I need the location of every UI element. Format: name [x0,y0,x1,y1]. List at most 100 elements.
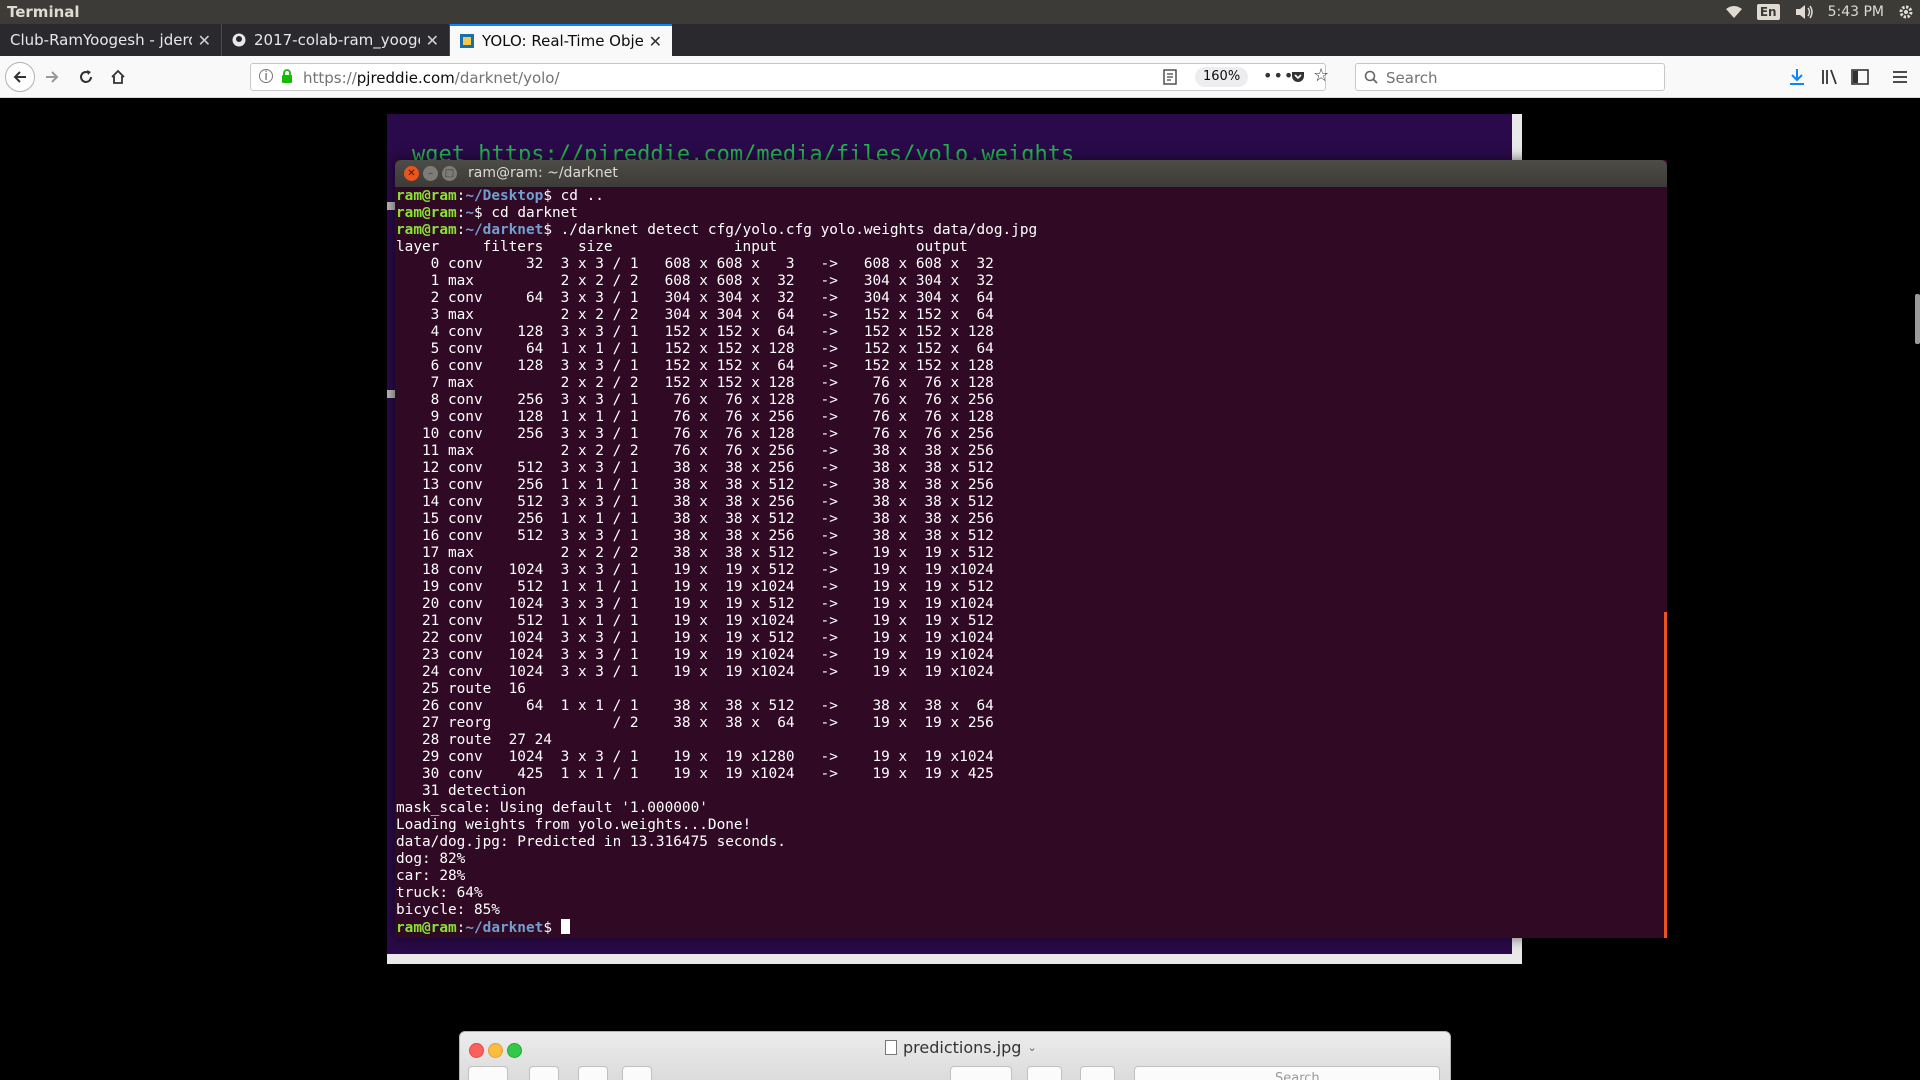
prompt-dollar: $ [543,222,552,238]
settings-gear-icon[interactable] [1898,4,1914,20]
library-icon[interactable] [1820,67,1840,87]
terminal-output-line: dog: 82% [396,851,466,867]
preview-search-placeholder: Search [1275,1071,1320,1080]
terminal-window[interactable]: ✕ – □ ram@ram: ~/darknet ram@ram:~/Deskt… [395,160,1667,938]
preview-title[interactable]: predictions.jpg ⌄ [885,1038,1037,1057]
terminal-output-line: 4 conv 128 3 x 3 / 1 152 x 152 x 64 -> 1… [396,324,994,340]
wifi-icon[interactable] [1725,5,1743,19]
terminal-output-line: 2 conv 64 3 x 3 / 1 304 x 304 x 32 -> 30… [396,290,994,306]
terminal-prompt-line: ram@ram:~$ cd darknet [396,205,1658,222]
terminal-title-bar[interactable]: ✕ – □ ram@ram: ~/darknet [395,160,1667,187]
share-button[interactable] [622,1066,652,1080]
prompt-user: ram@ram [396,222,457,238]
site-info-icon[interactable]: i [259,69,273,83]
terminal-output-line: 5 conv 64 1 x 1 / 1 152 x 152 x 128 -> 1… [396,341,994,357]
zoom-level-button[interactable]: 160% [1195,67,1249,87]
system-tray: En 5:43 PM [1725,2,1914,22]
terminal-output-line: mask_scale: Using default '1.000000' [396,800,708,816]
system-top-panel: Terminal En 5:43 PM [0,0,1920,24]
search-placeholder: Search [1386,69,1438,87]
preview-filename: predictions.jpg [903,1038,1022,1057]
prompt-user: ram@ram [396,188,457,204]
terminal-output-line: 3 max 2 x 2 / 2 304 x 304 x 64 -> 152 x … [396,307,994,323]
url-text[interactable]: https://pjreddie.com/darknet/yolo/ [303,69,560,87]
rotate-button[interactable] [1027,1066,1062,1080]
tab-label: 2017-colab-ram_yoogesh [254,31,420,49]
toolbox-button[interactable] [1080,1066,1115,1080]
hamburger-menu-icon[interactable] [1890,67,1910,87]
terminal-prompt-line: ram@ram:~/Desktop$ cd .. [396,188,1658,205]
terminal-output-line: car: 28% [396,868,466,884]
command-text: cd darknet [482,205,578,221]
terminal-prompt-line: ram@ram:~/darknet$ ./darknet detect cfg/… [396,222,1658,239]
terminal-output-line: 25 route 16 [396,681,526,697]
address-bar[interactable]: i https://pjreddie.com/darknet/yolo/ 160… [250,63,1329,91]
close-window-icon[interactable] [469,1043,484,1058]
terminal-output-line: 19 conv 512 1 x 1 / 1 19 x 19 x1024 -> 1… [396,579,994,595]
close-tab-icon[interactable]: ✕ [426,31,439,50]
chevron-down-icon[interactable]: ⌄ [1027,1041,1036,1054]
left-margin-marker [387,390,395,398]
sidebar-toggle-icon[interactable] [1850,67,1870,87]
tab-club-ramyoogesh[interactable]: Club-RamYoogesh - jderobot ✕ [0,24,222,56]
close-window-icon[interactable]: ✕ [404,166,419,181]
maximize-window-icon[interactable]: □ [442,166,457,181]
command-text: ./darknet detect cfg/yolo.cfg yolo.weigh… [551,222,1038,238]
terminal-cursor [560,919,570,934]
zoom-out-button[interactable] [529,1066,559,1080]
url-host: pjreddie.com [356,69,455,87]
downloads-icon[interactable] [1787,67,1807,87]
lock-icon[interactable] [281,69,293,83]
tab-2017-colab[interactable]: 2017-colab-ram_yoogesh ✕ [222,24,450,56]
back-arrow-icon[interactable] [5,62,35,92]
preview-search-input[interactable]: Search [1134,1066,1440,1080]
pocket-icon[interactable] [1291,70,1305,84]
prompt-dollar: $ [474,205,483,221]
close-tab-icon[interactable]: ✕ [649,32,662,51]
reader-view-icon[interactable] [1163,69,1177,85]
markup-button[interactable] [950,1066,1012,1080]
terminal-output-line: 28 route 27 24 [396,732,552,748]
page-actions-menu-icon[interactable]: ••• [1263,66,1294,85]
terminal-output-line: 0 conv 32 3 x 3 / 1 608 x 608 x 3 -> 608… [396,256,994,272]
terminal-output-line: 14 conv 512 3 x 3 / 1 38 x 38 x 256 -> 3… [396,494,994,510]
tab-label: Club-RamYoogesh - jderobot [10,31,192,49]
zoom-window-icon[interactable] [507,1043,522,1058]
close-tab-icon[interactable]: ✕ [198,31,211,50]
terminal-output-line: 30 conv 425 1 x 1 / 1 19 x 19 x1024 -> 1… [396,766,994,782]
document-icon [885,1040,897,1055]
minimize-window-icon[interactable]: – [423,166,438,181]
pjreddie-favicon-icon [460,34,474,48]
browser-navigation-bar: i https://pjreddie.com/darknet/yolo/ 160… [0,56,1920,98]
terminal-output-line: 8 conv 256 3 x 3 / 1 76 x 76 x 128 -> 76… [396,392,994,408]
page-scrollbar-thumb[interactable] [1915,294,1920,344]
terminal-output-line: layer filters size input output [396,239,968,255]
terminal-title: ram@ram: ~/darknet [468,165,618,181]
terminal-output-line: 31 detection [396,783,526,799]
prompt-dollar: $ [543,188,552,204]
prompt-directory: ~/darknet [465,920,544,936]
zoom-in-button[interactable] [578,1066,608,1080]
forward-arrow-icon[interactable] [40,65,64,89]
terminal-scrollbar[interactable] [1664,612,1667,938]
volume-icon[interactable] [1794,4,1814,20]
clock[interactable]: 5:43 PM [1828,4,1884,20]
terminal-output-line: 1 max 2 x 2 / 2 608 x 608 x 32 -> 304 x … [396,273,994,289]
reload-icon[interactable] [74,65,98,89]
terminal-output-line: 21 conv 512 1 x 1 / 1 19 x 19 x1024 -> 1… [396,613,994,629]
terminal-output-line: 11 max 2 x 2 / 2 76 x 76 x 256 -> 38 x 3… [396,443,994,459]
tab-yolo[interactable]: YOLO: Real-Time Object Detection ✕ [450,24,672,56]
terminal-output-line: 9 conv 128 1 x 1 / 1 76 x 76 x 256 -> 76… [396,409,994,425]
terminal-output-line: 18 conv 1024 3 x 3 / 1 19 x 19 x 512 -> … [396,562,994,578]
preview-window[interactable]: predictions.jpg ⌄ Search [459,1031,1451,1080]
minimize-window-icon[interactable] [488,1043,503,1058]
search-bar[interactable]: Search [1355,63,1665,91]
prompt-dollar: $ [543,920,552,936]
home-icon[interactable] [106,65,130,89]
tab-label: YOLO: Real-Time Object Detection [482,32,643,50]
prompt-user: ram@ram [396,205,457,221]
bookmark-star-icon[interactable]: ☆ [1313,65,1329,86]
keyboard-layout-indicator[interactable]: En [1756,4,1780,20]
terminal-output[interactable]: ram@ram:~/Desktop$ cd .. ram@ram:~$ cd da… [396,188,1658,936]
sidebar-toggle-button[interactable] [468,1066,508,1080]
